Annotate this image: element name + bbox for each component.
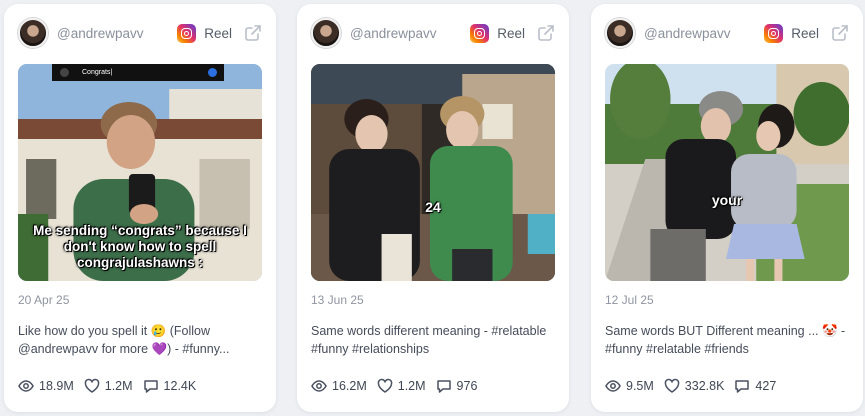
external-link-icon[interactable] [244,24,262,42]
search-bar-overlay: Congrats| [52,64,224,81]
comments-stat: 976 [436,378,478,394]
engagement-stats: 18.9M 1.2M 12.4K [18,378,206,394]
views-stat: 9.5M [605,378,654,394]
post-date: 20 Apr 25 [18,293,70,307]
reel-card[interactable]: @andrewpavv Reel Congrats| Me sending “c… [4,4,276,412]
post-description: Same words different meaning - #relatabl… [311,324,547,356]
reel-thumbnail[interactable]: 24 [311,64,555,281]
reel-card[interactable]: @andrewpavv Reel your 12 Jul 25 Same wor… [591,4,863,412]
comments-stat: 12.4K [143,378,197,394]
post-description: Like how do you spell it 🥲 (Follow @andr… [18,324,230,356]
account-handle[interactable]: @andrewpavv [57,26,177,41]
content-type-label: Reel [204,25,232,41]
thumbnail-image [605,64,849,281]
views-count: 9.5M [626,379,654,393]
avatar[interactable] [18,18,48,48]
post-date: 13 Jun 25 [311,293,364,307]
likes-count: 1.2M [397,379,426,393]
avatar[interactable] [605,18,635,48]
card-header: @andrewpavv Reel [605,18,849,48]
engagement-stats: 16.2M 1.2M 976 [311,378,487,394]
heart-icon [84,378,100,393]
comments-count: 427 [755,379,777,393]
avatar[interactable] [311,18,341,48]
content-type-label: Reel [791,25,819,41]
comments-count: 12.4K [163,379,197,393]
instagram-icon [470,23,490,43]
comments-count: 976 [456,379,478,393]
likes-stat: 1.2M [84,378,133,394]
likes-stat: 1.2M [377,378,426,394]
views-stat: 18.9M [18,378,74,394]
comment-icon [436,380,451,393]
thumbnail-image [311,64,555,281]
back-icon [60,68,69,77]
instagram-icon [177,23,197,43]
card-header: @andrewpavv Reel [18,18,262,48]
external-link-icon[interactable] [537,24,555,42]
search-text: Congrats| [82,69,113,76]
eye-icon [18,380,34,392]
post-description: Same words BUT Different meaning ... 🤡 -… [605,324,846,356]
reel-thumbnail[interactable]: your [605,64,849,281]
likes-count: 332.8K [684,379,725,393]
views-count: 16.2M [332,379,367,393]
info-icon [208,68,217,77]
eye-icon [311,380,327,392]
thumbnail-caption: Me sending “congrats” because I don't kn… [33,223,247,270]
card-header: @andrewpavv Reel [311,18,555,48]
likes-stat: 332.8K [664,378,725,394]
views-count: 18.9M [39,379,74,393]
account-handle[interactable]: @andrewpavv [350,26,470,41]
likes-count: 1.2M [104,379,133,393]
content-type-label: Reel [497,25,525,41]
views-stat: 16.2M [311,378,367,394]
external-link-icon[interactable] [831,24,849,42]
instagram-icon [764,23,784,43]
heart-icon [377,378,393,393]
post-date: 12 Jul 25 [605,293,654,307]
reel-thumbnail[interactable]: Congrats| Me sending “congrats” because … [18,64,262,281]
eye-icon [605,380,621,392]
comment-icon [735,380,750,393]
reel-card[interactable]: @andrewpavv Reel 24 13 Jun 25 Same words… [297,4,569,412]
heart-icon [664,378,680,393]
comments-stat: 427 [734,378,776,394]
thumbnail-caption: your [711,192,743,208]
account-handle[interactable]: @andrewpavv [644,26,764,41]
thumbnail-caption: 24 [425,199,441,215]
engagement-stats: 9.5M 332.8K 427 [605,378,786,394]
comment-icon [143,380,158,393]
